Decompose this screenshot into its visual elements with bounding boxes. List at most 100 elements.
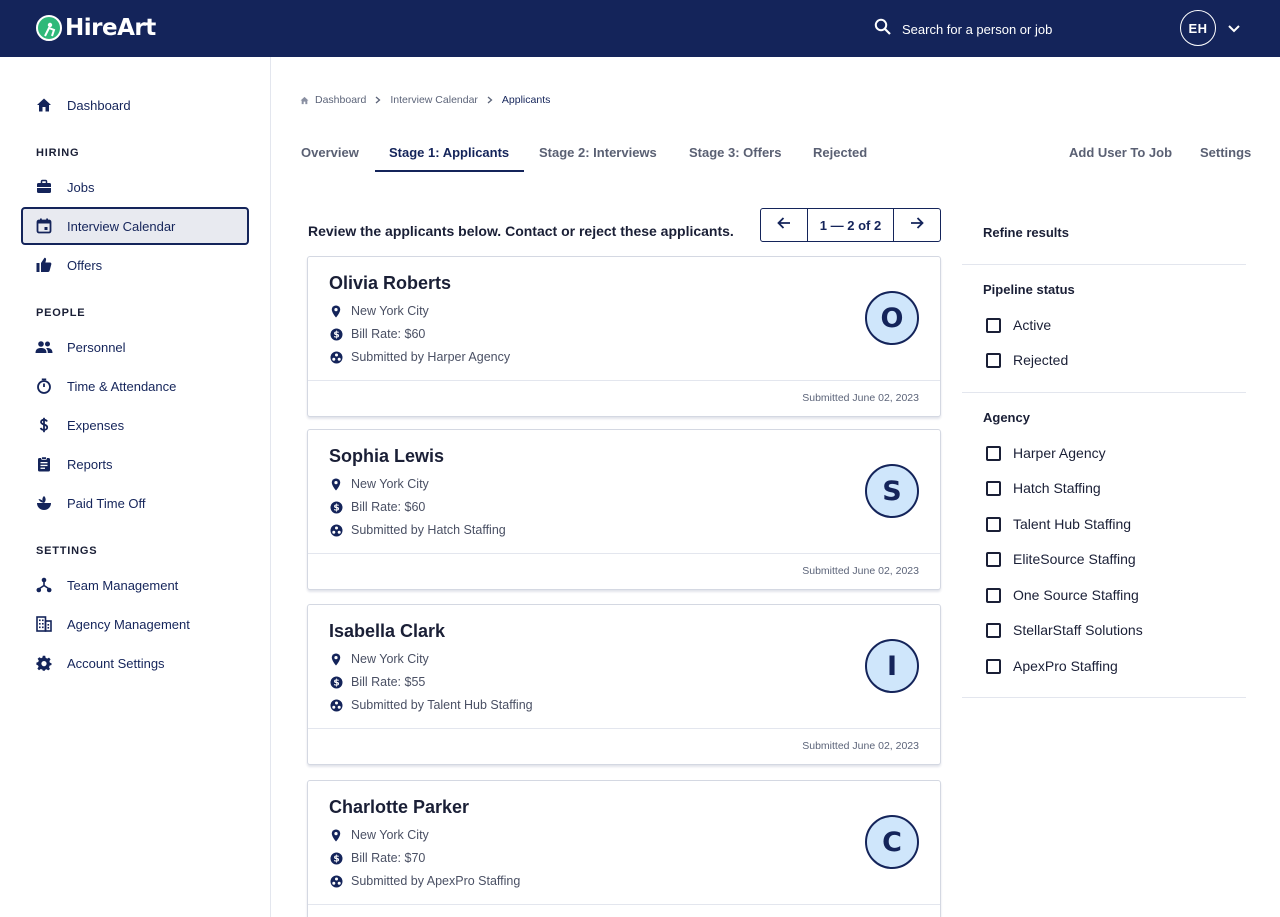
- applicant-location: New York City: [351, 652, 429, 666]
- checkbox-label: Harper Agency: [1013, 445, 1106, 461]
- section-title-settings: SETTINGS: [36, 545, 98, 557]
- user-avatar[interactable]: EH: [1180, 10, 1216, 46]
- applicant-avatar: O: [865, 291, 919, 345]
- stopwatch-icon: [35, 377, 53, 395]
- sidebar-item-account-settings[interactable]: Account Settings: [21, 644, 249, 682]
- filter-checkbox-stellarstaff-solutions[interactable]: StellarStaff Solutions: [986, 621, 1143, 639]
- sidebar-item-paid-time-off[interactable]: Paid Time Off: [21, 484, 249, 522]
- location-pin-icon: [329, 304, 343, 318]
- tab-stage-3-offers[interactable]: Stage 3: Offers: [689, 145, 781, 160]
- search-input[interactable]: Search for a person or job: [902, 22, 1052, 37]
- briefcase-icon: [35, 178, 53, 196]
- dollar-icon: [35, 416, 53, 434]
- filter-checkbox-apexpro-staffing[interactable]: ApexPro Staffing: [986, 657, 1118, 675]
- filter-divider: [962, 264, 1246, 265]
- sidebar-item-label: Personnel: [67, 339, 126, 355]
- applicant-name: Olivia Roberts: [329, 273, 452, 293]
- filter-checkbox-harper-agency[interactable]: Harper Agency: [986, 444, 1106, 462]
- dollar-circle-icon: $: [329, 675, 343, 689]
- sidebar-item-dashboard[interactable]: Dashboard: [21, 86, 249, 124]
- filter-checkbox-talent-hub-staffing[interactable]: Talent Hub Staffing: [986, 515, 1131, 533]
- applicant-name: Isabella Clark: [329, 621, 446, 641]
- pagination: 1 — 2 of 2: [760, 208, 941, 242]
- submitted-date: Submitted June 02, 2023: [802, 565, 919, 577]
- chevron-down-icon[interactable]: [1226, 20, 1242, 41]
- tab-rejected[interactable]: Rejected: [813, 145, 867, 160]
- filter-checkbox-active[interactable]: Active: [986, 316, 1051, 334]
- filter-checkbox-elitesource-staffing[interactable]: EliteSource Staffing: [986, 550, 1136, 568]
- agency-icon: [329, 698, 343, 712]
- sidebar-item-label: Expenses: [67, 417, 125, 433]
- breadcrumb-dashboard[interactable]: Dashboard: [315, 94, 366, 106]
- checkbox[interactable]: [986, 516, 1001, 532]
- filter-checkbox-hatch-staffing[interactable]: Hatch Staffing: [986, 479, 1101, 497]
- search-icon: [874, 18, 892, 41]
- checkbox[interactable]: [986, 317, 1001, 333]
- sidebar-item-team-management[interactable]: Team Management: [21, 566, 249, 604]
- applicant-bill-rate: Bill Rate: $55: [351, 675, 426, 689]
- tab-overview[interactable]: Overview: [301, 145, 359, 160]
- checkbox[interactable]: [986, 551, 1001, 567]
- sidebar-item-label: Offers: [67, 257, 103, 273]
- sidebar-item-interview-calendar[interactable]: Interview Calendar: [21, 207, 249, 245]
- tab-stage-2-interviews[interactable]: Stage 2: Interviews: [539, 145, 657, 160]
- applicant-name: Charlotte Parker: [329, 797, 470, 817]
- chevron-right-icon: [374, 96, 382, 104]
- sidebar-item-jobs[interactable]: Jobs: [21, 168, 249, 206]
- logo-mark-icon: [36, 15, 62, 41]
- applicant-agency: Submitted by ApexPro Staffing: [351, 874, 521, 888]
- breadcrumb: Dashboard Interview Calendar Applicants: [300, 92, 550, 108]
- checkbox[interactable]: [986, 445, 1001, 461]
- applicant-agency: Submitted by Talent Hub Staffing: [351, 698, 533, 712]
- applicant-location: New York City: [351, 304, 429, 318]
- dollar-circle-icon: $: [329, 327, 343, 341]
- sidebar-item-label: Jobs: [67, 179, 95, 195]
- home-icon: [35, 96, 53, 114]
- sidebar-item-label: Team Management: [67, 577, 179, 593]
- global-search[interactable]: Search for a person or job: [874, 18, 1052, 40]
- checkbox[interactable]: [986, 480, 1001, 496]
- checkbox[interactable]: [986, 352, 1001, 368]
- sidebar-item-agency-management[interactable]: Agency Management: [21, 605, 249, 643]
- sidebar-item-reports[interactable]: Reports: [21, 445, 249, 483]
- checkbox-label: Active: [1013, 317, 1052, 333]
- previous-page-button[interactable]: [761, 209, 807, 241]
- submitted-date: Submitted June 02, 2023: [802, 740, 919, 752]
- sidebar-item-offers[interactable]: Offers: [21, 246, 249, 284]
- applicant-agency: Submitted by Hatch Staffing: [351, 523, 506, 537]
- agency-icon: [329, 874, 343, 888]
- filter-divider: [962, 697, 1246, 698]
- add-user-to-job-button[interactable]: Add User To Job: [1069, 145, 1172, 160]
- applicant-avatar: C: [865, 815, 919, 869]
- applicant-card[interactable]: Isabella Clark New York City $ Bill Rate:…: [307, 604, 941, 765]
- checkbox-label: One Source Staffing: [1013, 587, 1139, 603]
- breadcrumb-interview-calendar[interactable]: Interview Calendar: [390, 94, 478, 106]
- section-title-hiring: HIRING: [36, 147, 80, 159]
- applicant-card[interactable]: Olivia Roberts New York City $ Bill Rate:…: [307, 256, 941, 417]
- hireart-logo[interactable]: HireArt: [36, 14, 156, 42]
- sidebar-item-personnel[interactable]: Personnel: [21, 328, 249, 366]
- settings-button[interactable]: Settings: [1200, 145, 1251, 160]
- applicant-location: New York City: [351, 477, 429, 491]
- sidebar-item-time-attendance[interactable]: Time & Attendance: [21, 367, 249, 405]
- next-page-button[interactable]: [894, 209, 940, 241]
- refine-results-panel: Refine results Pipeline status Active Re…: [962, 208, 1246, 698]
- applicant-avatar: S: [865, 464, 919, 518]
- applicant-card[interactable]: Charlotte Parker New York City $ Bill Rat…: [307, 780, 941, 917]
- filter-checkbox-rejected[interactable]: Rejected: [986, 351, 1068, 369]
- breadcrumb-applicants: Applicants: [501, 94, 551, 106]
- pipeline-status-title: Pipeline status: [983, 282, 1075, 297]
- checkbox[interactable]: [986, 622, 1001, 638]
- filter-checkbox-one-source-staffing[interactable]: One Source Staffing: [986, 586, 1139, 604]
- applicant-card[interactable]: Sophia Lewis New York City $ Bill Rate: $…: [307, 429, 941, 590]
- section-title-people: PEOPLE: [36, 307, 86, 319]
- svg-text:$: $: [333, 503, 339, 513]
- sidebar-item-label: Paid Time Off: [67, 495, 146, 511]
- clipboard-icon: [35, 455, 53, 473]
- page-indicator: 1 — 2 of 2: [807, 209, 894, 241]
- checkbox[interactable]: [986, 587, 1001, 603]
- sidebar-item-expenses[interactable]: Expenses: [21, 406, 249, 444]
- building-icon: [35, 615, 53, 633]
- checkbox[interactable]: [986, 658, 1001, 674]
- tab-stage-1-applicants[interactable]: Stage 1: Applicants: [389, 145, 509, 160]
